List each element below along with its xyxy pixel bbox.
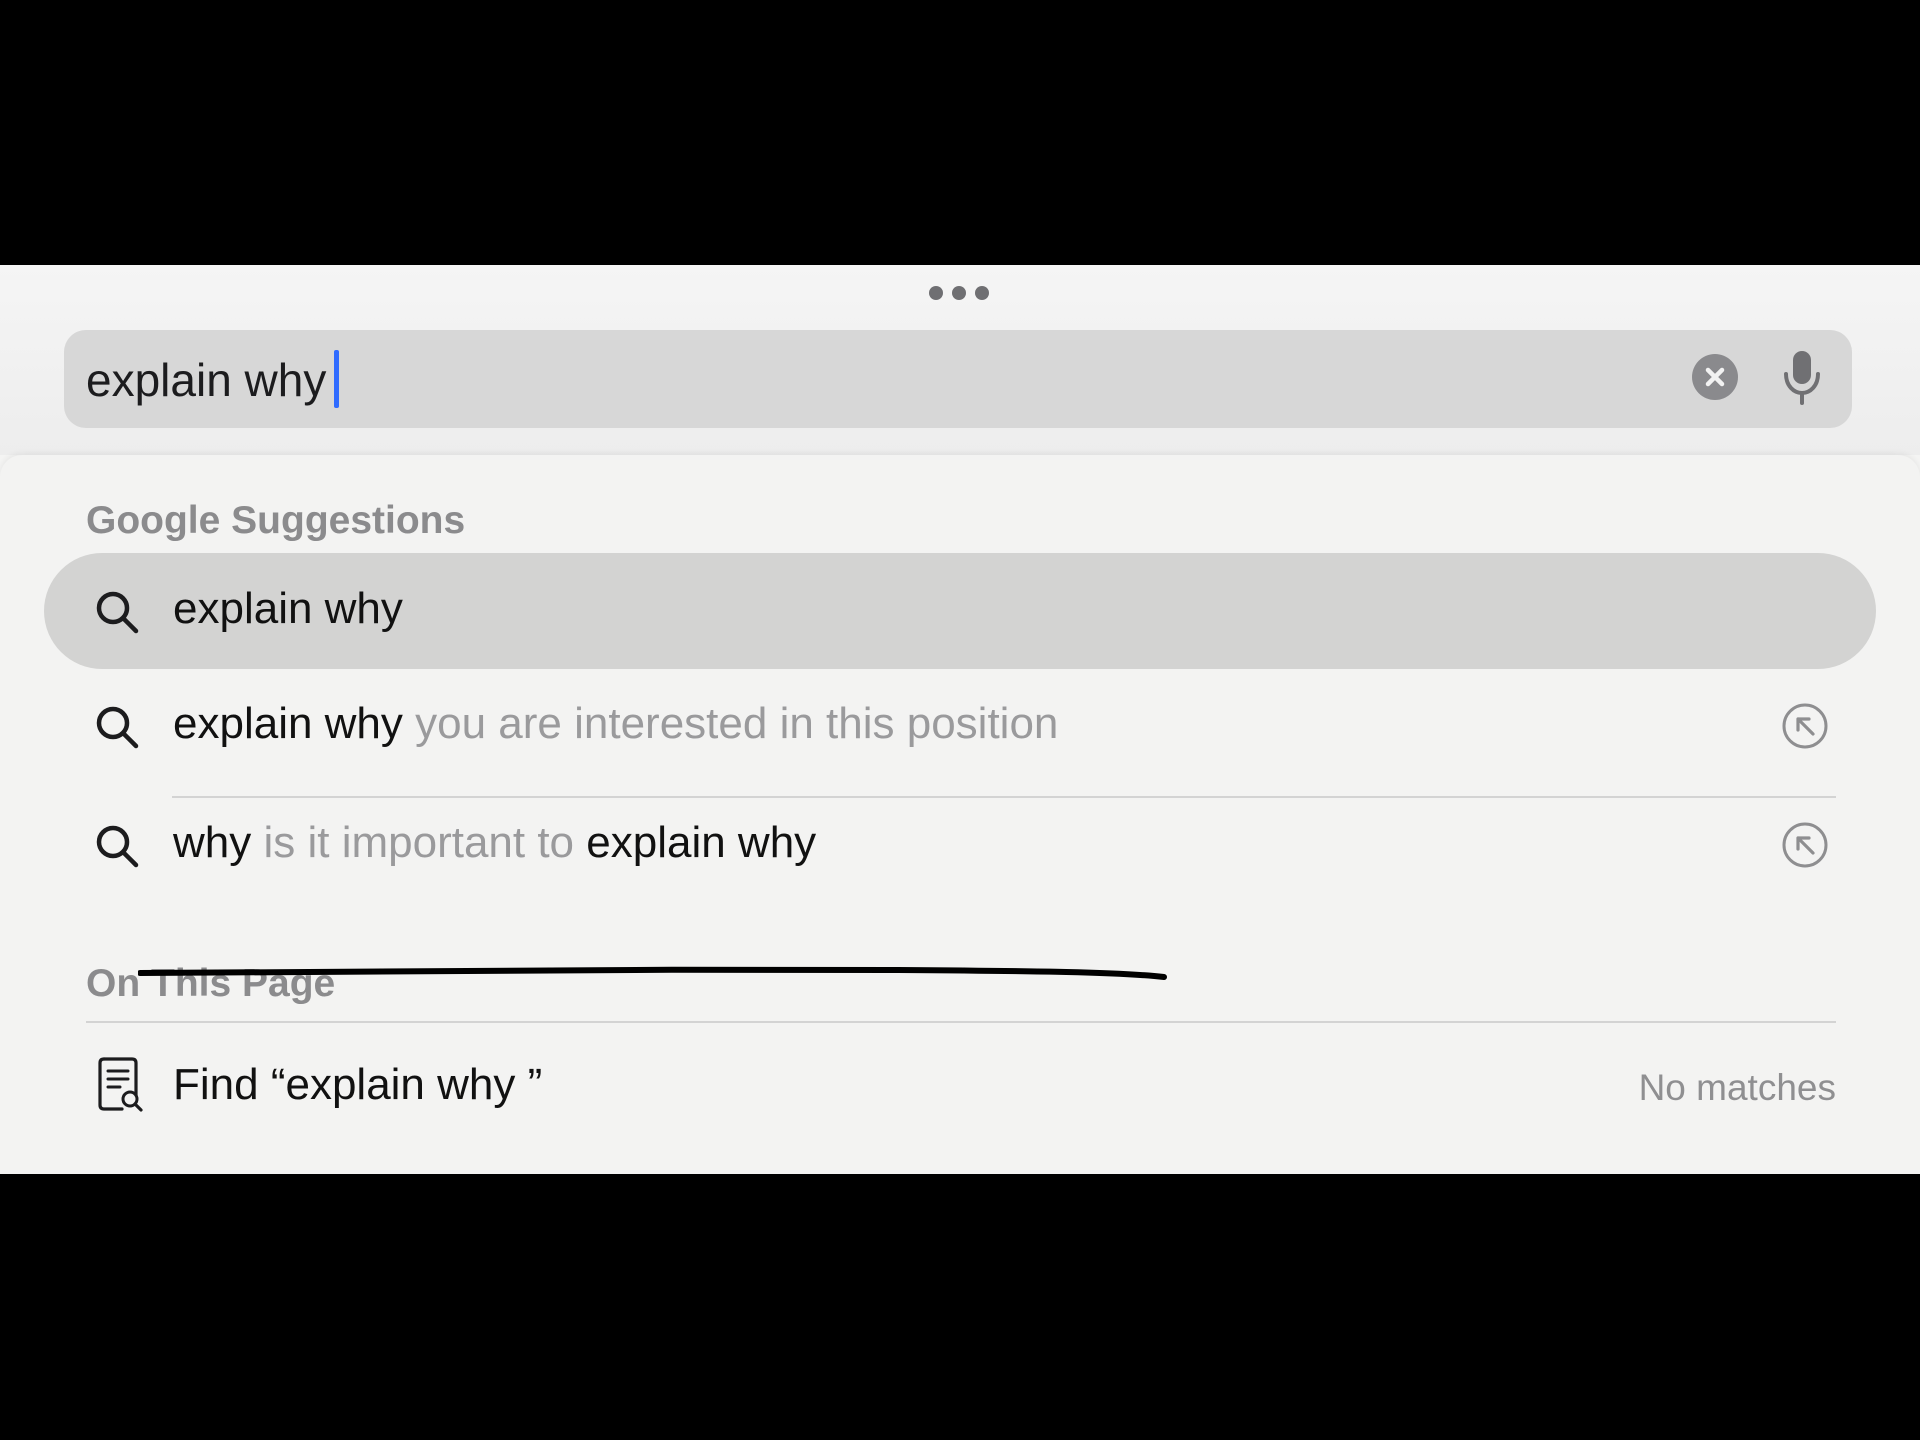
text-caret (334, 350, 339, 408)
more-dots-icon[interactable] (929, 284, 989, 302)
search-icon (96, 825, 139, 868)
safari-search-sheet: explain why Google Suggestions explain w… (0, 265, 1920, 1174)
suggestions-panel: Google Suggestions explain why explain w… (0, 455, 1920, 1174)
search-icon (96, 706, 139, 749)
suggestion-row-1[interactable]: explain why (44, 553, 1876, 669)
clear-icon[interactable] (1692, 354, 1738, 400)
suggestion-text: why is it important to explain why (173, 818, 817, 867)
search-input[interactable]: explain why (64, 330, 1852, 428)
match-status: No matches (1638, 1067, 1836, 1108)
section-divider (86, 1021, 1836, 1023)
suggestion-row-3[interactable]: why is it important to explain why (44, 787, 1876, 903)
address-bar-area: explain why (0, 265, 1920, 455)
google-suggestions-heading: Google Suggestions (86, 499, 466, 542)
on-this-page-heading: On This Page (86, 962, 336, 1005)
suggestion-text: explain why (173, 584, 403, 633)
find-on-page-row[interactable]: Find “explain why ” No matches (86, 1043, 1836, 1129)
suggestion-row-2[interactable]: explain why you are interested in this p… (44, 668, 1876, 784)
search-icon (96, 591, 139, 634)
fill-query-arrow-icon[interactable] (1782, 822, 1828, 868)
suggestion-text: explain why you are interested in this p… (173, 699, 1059, 748)
fill-query-arrow-icon[interactable] (1782, 703, 1828, 749)
search-query-text[interactable]: explain why (86, 354, 326, 406)
find-in-page-icon (98, 1057, 143, 1112)
microphone-icon[interactable] (1780, 348, 1824, 406)
find-label: Find “explain why ” (173, 1060, 543, 1109)
